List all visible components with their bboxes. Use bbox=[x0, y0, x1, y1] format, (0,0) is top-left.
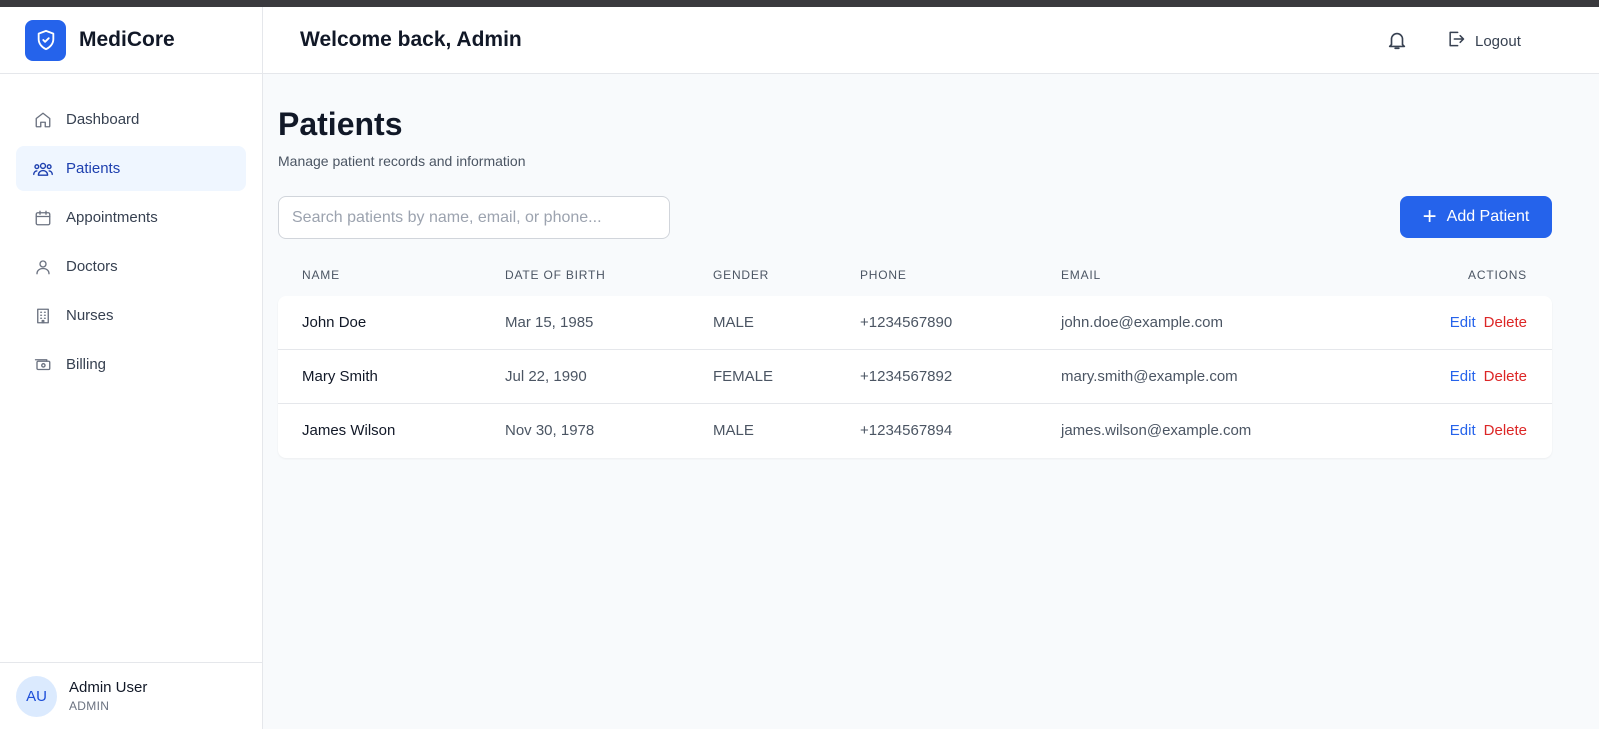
cell-phone: +1234567892 bbox=[860, 368, 953, 385]
window-top-strip bbox=[0, 0, 1599, 7]
add-patient-button[interactable]: + Add Patient bbox=[1400, 196, 1552, 238]
building-icon bbox=[33, 306, 53, 326]
page-title: Patients bbox=[278, 106, 403, 142]
cell-dob: Jul 22, 1990 bbox=[505, 368, 587, 385]
cell-dob: Nov 30, 1978 bbox=[505, 422, 595, 439]
column-header-name[interactable]: NAME bbox=[302, 268, 340, 282]
page-subtitle: Manage patient records and information bbox=[278, 153, 526, 169]
sidebar-item-doctors[interactable]: Doctors bbox=[16, 244, 246, 289]
sidebar-item-dashboard[interactable]: Dashboard bbox=[16, 97, 246, 142]
calendar-icon bbox=[33, 208, 53, 228]
sidebar-item-label: Nurses bbox=[66, 307, 114, 324]
column-header-gender[interactable]: GENDER bbox=[713, 268, 769, 282]
table-row: James Wilson Nov 30, 1978 MALE +12345678… bbox=[278, 404, 1552, 458]
column-header-email[interactable]: EMAIL bbox=[1061, 268, 1101, 282]
cell-gender: FEMALE bbox=[713, 368, 774, 385]
user-icon bbox=[33, 257, 53, 277]
row-actions: Edit Delete bbox=[1450, 368, 1527, 385]
column-header-actions: ACTIONS bbox=[1468, 267, 1527, 282]
user-name: Admin User bbox=[69, 679, 148, 696]
cell-email: john.doe@example.com bbox=[1061, 314, 1223, 331]
cell-name: Mary Smith bbox=[302, 368, 378, 385]
row-actions: Edit Delete bbox=[1450, 422, 1527, 439]
plus-icon: + bbox=[1422, 203, 1437, 230]
users-icon bbox=[33, 159, 53, 179]
user-profile[interactable]: AU Admin User ADMIN bbox=[0, 662, 262, 729]
add-patient-label: Add Patient bbox=[1446, 208, 1530, 225]
cell-email: james.wilson@example.com bbox=[1061, 422, 1252, 439]
edit-link[interactable]: Edit bbox=[1450, 314, 1476, 331]
user-role: ADMIN bbox=[69, 699, 110, 713]
cell-email: mary.smith@example.com bbox=[1061, 368, 1238, 385]
sidebar-item-patients[interactable]: Patients bbox=[16, 146, 246, 191]
sidebar: MediCore Dashboard Patients Appointments… bbox=[0, 7, 263, 729]
sidebar-item-label: Doctors bbox=[66, 258, 118, 275]
patients-table: NAME DATE OF BIRTH GENDER PHONE EMAIL AC… bbox=[278, 253, 1552, 458]
logout-icon bbox=[1446, 29, 1466, 54]
row-actions: Edit Delete bbox=[1450, 314, 1527, 331]
sidebar-item-nurses[interactable]: Nurses bbox=[16, 293, 246, 338]
sidebar-item-appointments[interactable]: Appointments bbox=[16, 195, 246, 240]
brand: MediCore bbox=[0, 7, 262, 74]
delete-link[interactable]: Delete bbox=[1484, 422, 1527, 439]
top-header: Welcome back, Admin Logout bbox=[263, 7, 1599, 74]
cell-name: James Wilson bbox=[302, 422, 396, 439]
cell-gender: MALE bbox=[713, 422, 754, 439]
cell-phone: +1234567894 bbox=[860, 422, 953, 439]
edit-link[interactable]: Edit bbox=[1450, 368, 1476, 385]
sidebar-item-billing[interactable]: Billing bbox=[16, 342, 246, 387]
brand-name: MediCore bbox=[79, 28, 175, 51]
delete-link[interactable]: Delete bbox=[1484, 368, 1527, 385]
search-input[interactable] bbox=[278, 196, 670, 239]
column-header-dob[interactable]: DATE OF BIRTH bbox=[505, 268, 606, 282]
welcome-message: Welcome back, Admin bbox=[300, 28, 522, 51]
table-row: Mary Smith Jul 22, 1990 FEMALE +12345678… bbox=[278, 350, 1552, 404]
avatar: AU bbox=[16, 675, 57, 717]
cell-gender: MALE bbox=[713, 314, 754, 331]
cell-dob: Mar 15, 1985 bbox=[505, 314, 594, 331]
sidebar-item-label: Patients bbox=[66, 160, 121, 177]
sidebar-item-label: Billing bbox=[66, 356, 107, 373]
shield-icon bbox=[25, 19, 66, 61]
cell-phone: +1234567890 bbox=[860, 314, 953, 331]
sidebar-nav: Dashboard Patients Appointments Doctors … bbox=[0, 74, 262, 387]
cell-name: John Doe bbox=[302, 314, 367, 331]
sidebar-item-label: Dashboard bbox=[66, 111, 140, 128]
money-icon bbox=[33, 355, 53, 375]
edit-link[interactable]: Edit bbox=[1450, 422, 1476, 439]
home-icon bbox=[33, 110, 53, 130]
logout-label: Logout bbox=[1475, 33, 1521, 50]
sidebar-item-label: Appointments bbox=[66, 209, 158, 226]
logout-button[interactable]: Logout bbox=[1446, 29, 1521, 54]
bell-icon[interactable] bbox=[1386, 29, 1408, 51]
column-header-phone[interactable]: PHONE bbox=[860, 268, 907, 282]
table-row: John Doe Mar 15, 1985 MALE +1234567890 j… bbox=[278, 296, 1552, 350]
delete-link[interactable]: Delete bbox=[1484, 314, 1527, 331]
table-body: John Doe Mar 15, 1985 MALE +1234567890 j… bbox=[278, 296, 1552, 458]
table-header: NAME DATE OF BIRTH GENDER PHONE EMAIL AC… bbox=[278, 253, 1552, 296]
